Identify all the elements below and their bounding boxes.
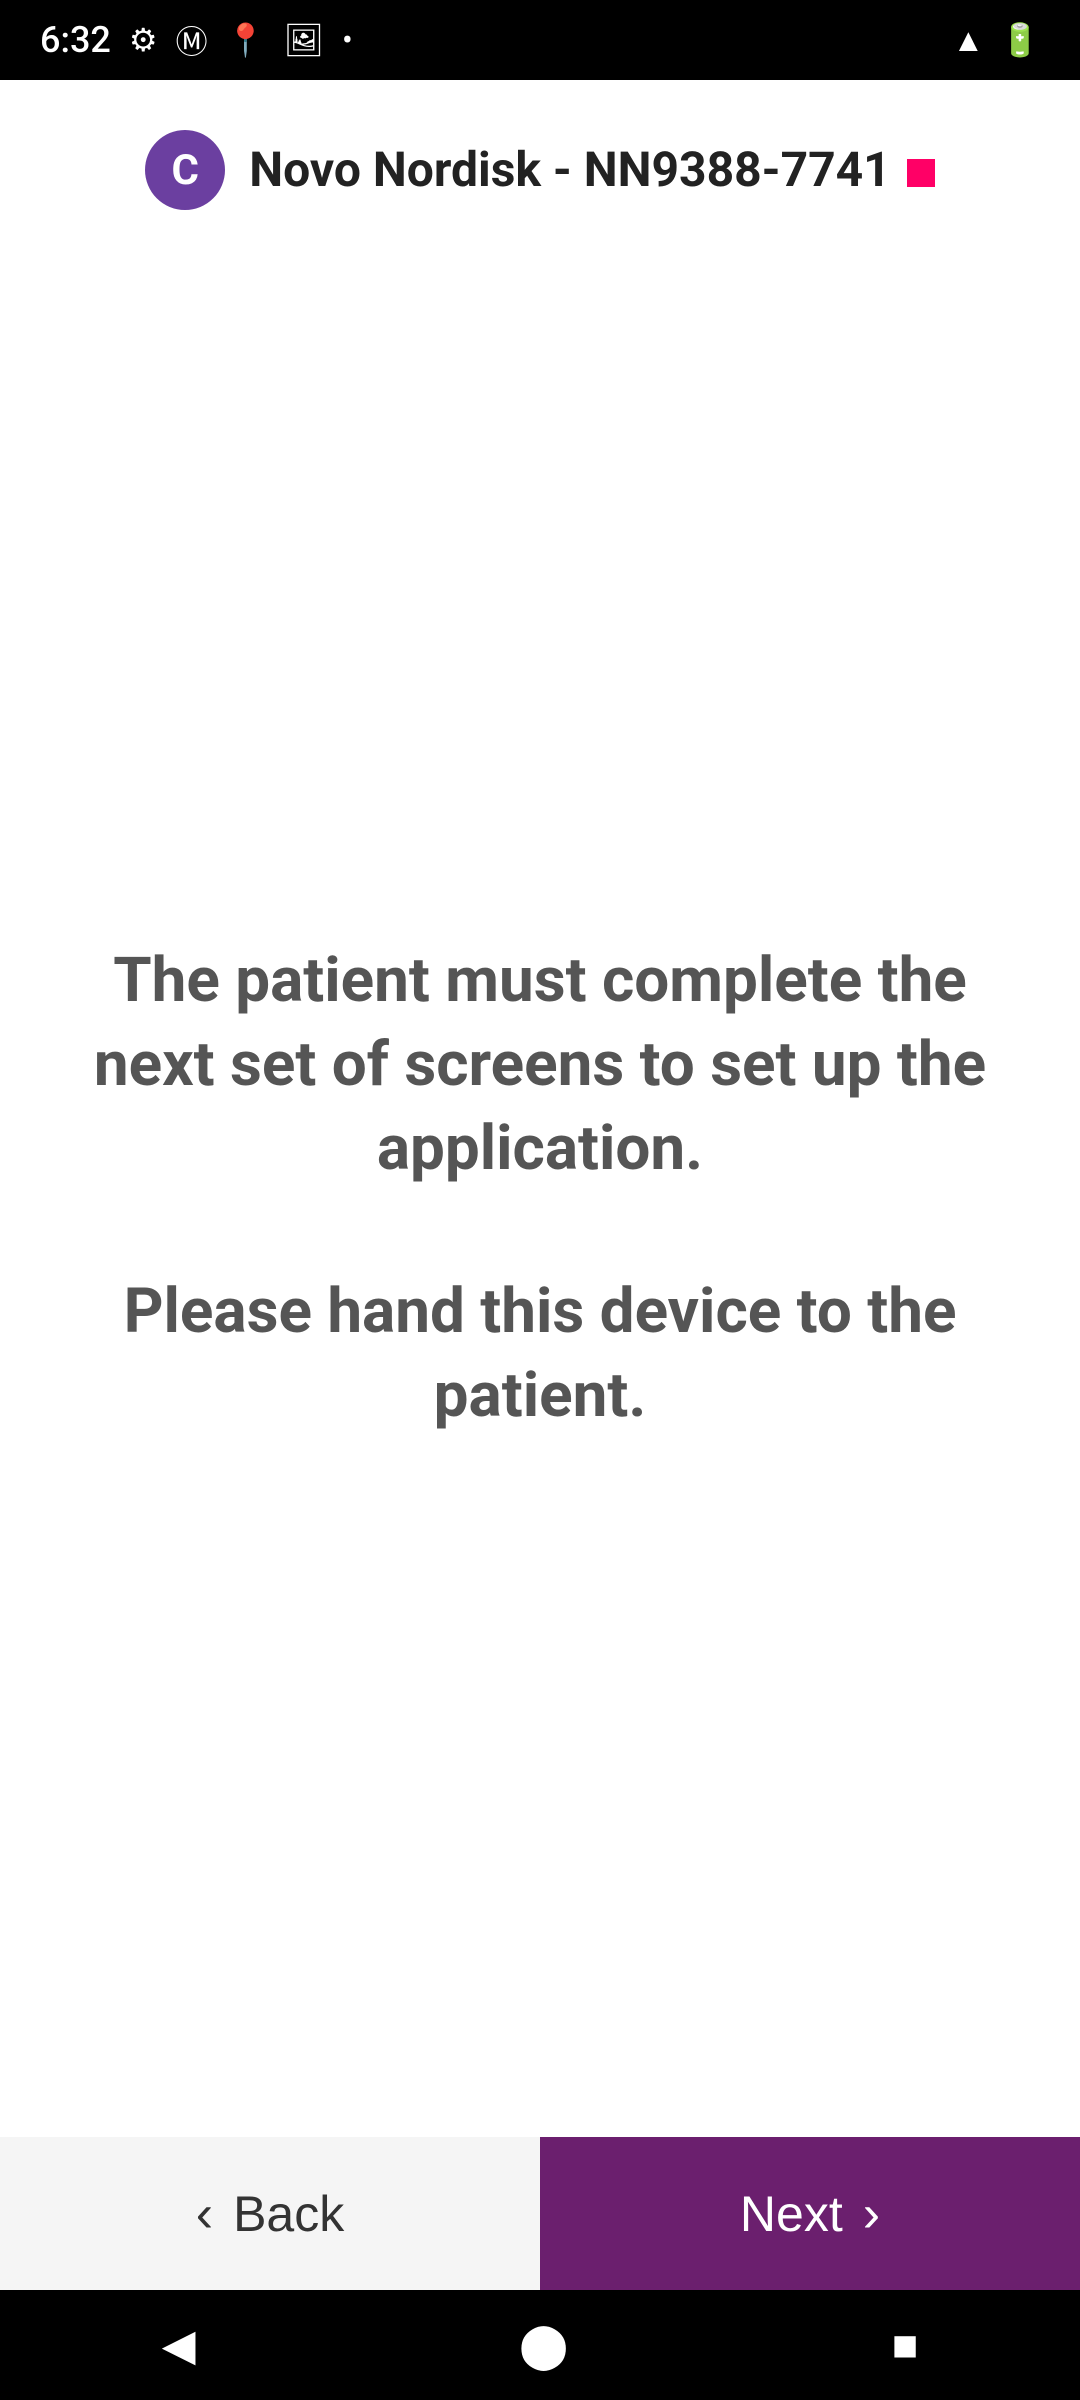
motorola-icon: Ⓜ	[176, 17, 208, 63]
status-bar-right: ▲ 🔋	[952, 21, 1040, 59]
status-time: 6:32	[40, 19, 111, 61]
system-back-button[interactable]: ◀	[162, 2319, 196, 2371]
instruction-text-1: The patient must complete the next set o…	[80, 939, 1000, 1190]
bottom-navigation: ‹ Back Next ›	[0, 2137, 1080, 2290]
header-title-group: Novo Nordisk - NN9388-7741	[249, 141, 934, 199]
chevron-right-icon: ›	[863, 2184, 880, 2244]
settings-icon: ⚙	[129, 21, 158, 59]
instruction-text-2: Please hand this device to the patient.	[80, 1270, 1000, 1437]
dot-indicator: •	[342, 21, 353, 59]
study-title: Novo Nordisk - NN9388-7741	[249, 141, 890, 199]
next-button[interactable]: Next ›	[540, 2137, 1080, 2290]
back-label: Back	[233, 2185, 344, 2243]
status-bar-left: 6:32 ⚙ Ⓜ 📍 🖼 •	[40, 17, 353, 63]
wifi-icon: ▲	[952, 21, 984, 59]
next-label: Next	[740, 2185, 843, 2243]
app-logo: C	[145, 130, 225, 210]
chevron-left-icon: ‹	[196, 2184, 213, 2244]
back-button[interactable]: ‹ Back	[0, 2137, 540, 2290]
main-content: The patient must complete the next set o…	[0, 240, 1080, 2137]
battery-icon: 🔋	[1000, 21, 1040, 59]
status-bar: 6:32 ⚙ Ⓜ 📍 🖼 • ▲ 🔋	[0, 0, 1080, 80]
screenshot-icon: 🖼	[283, 21, 324, 59]
system-recents-button[interactable]: ■	[892, 2319, 919, 2371]
system-nav-bar: ◀ ⬤ ■	[0, 2290, 1080, 2400]
system-home-button[interactable]: ⬤	[519, 2319, 568, 2371]
status-indicator	[907, 159, 935, 187]
header: C Novo Nordisk - NN9388-7741	[0, 80, 1080, 240]
location-icon: 📍	[226, 21, 266, 59]
logo-letter: C	[172, 146, 199, 195]
